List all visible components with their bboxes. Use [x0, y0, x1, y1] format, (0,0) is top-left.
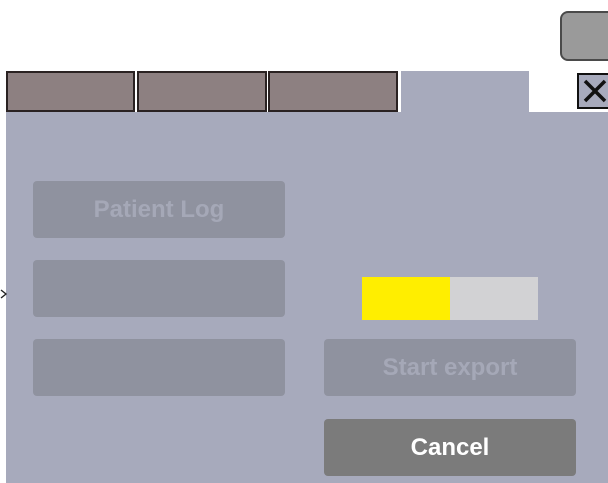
patient-log-button[interactable]: Patient Log — [33, 181, 285, 238]
cancel-button[interactable]: Cancel — [324, 419, 576, 476]
export-progress-fill — [362, 277, 450, 320]
empty-button-1[interactable] — [33, 260, 285, 317]
empty-button-2[interactable] — [33, 339, 285, 396]
tab-active[interactable] — [401, 71, 529, 116]
top-right-button[interactable] — [560, 11, 608, 61]
tab-1[interactable] — [6, 71, 135, 112]
chevron-right-icon — [0, 288, 8, 302]
tab-2[interactable] — [137, 71, 267, 112]
tab-3[interactable] — [268, 71, 398, 112]
start-export-button[interactable]: Start export — [324, 339, 576, 396]
screen: Patient Log Start export Cancel — [0, 0, 608, 483]
export-progress-bar — [362, 277, 538, 320]
close-button[interactable] — [577, 73, 608, 109]
close-icon — [583, 79, 607, 103]
